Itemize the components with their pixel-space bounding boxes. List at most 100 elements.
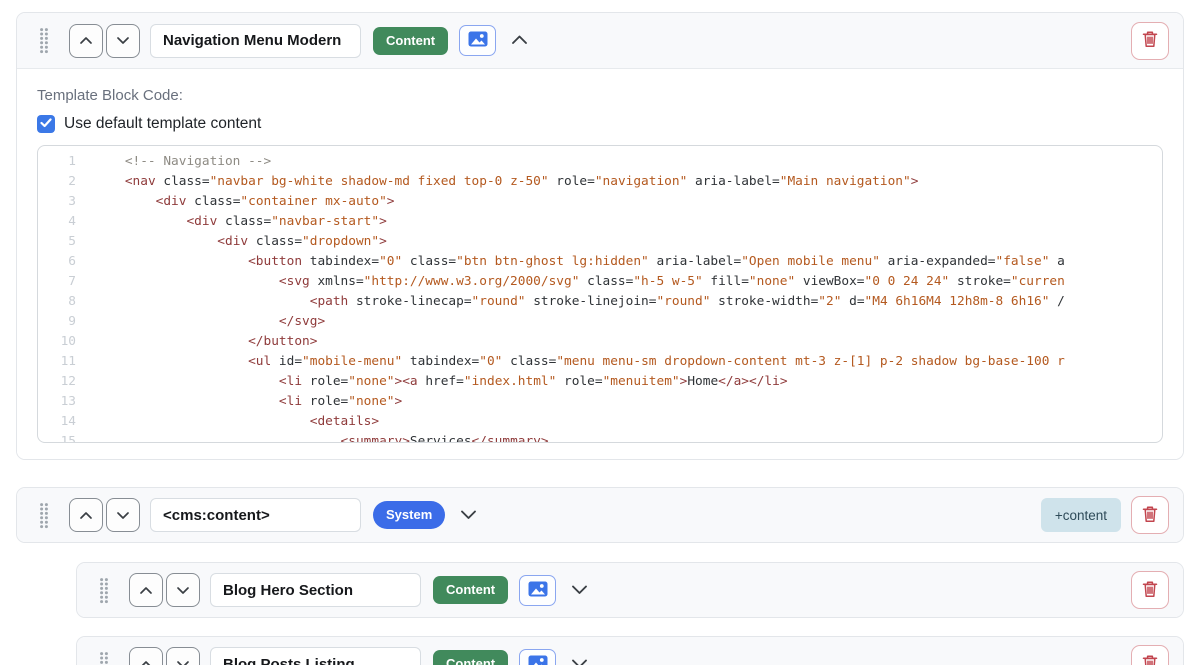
trash-icon [1142, 580, 1158, 601]
code-line: 13 <li role="none"> [38, 392, 1162, 412]
move-up-button[interactable] [69, 24, 103, 58]
code-line: 15 <summary>Services</summary> [38, 432, 1162, 443]
code-text: </svg> [94, 312, 325, 332]
block-type-badge: Content [373, 27, 448, 55]
delete-button[interactable] [1131, 22, 1169, 60]
code-text: <li role="none"> [94, 392, 402, 412]
chevron-down-icon [571, 583, 588, 598]
delete-button[interactable] [1131, 571, 1169, 609]
move-up-button[interactable] [69, 498, 103, 532]
expand-button[interactable] [456, 504, 481, 527]
delete-button[interactable] [1131, 496, 1169, 534]
add-content-button[interactable]: +content [1041, 498, 1121, 532]
move-up-button[interactable] [129, 647, 163, 665]
image-icon [528, 655, 548, 665]
trash-icon [1142, 654, 1158, 665]
chevron-up-icon [511, 33, 528, 48]
line-number: 2 [38, 172, 94, 192]
line-number: 4 [38, 212, 94, 232]
code-line: 4 <div class="navbar-start"> [38, 212, 1162, 232]
chevron-up-icon [139, 583, 153, 598]
line-number: 12 [38, 372, 94, 392]
line-number: 13 [38, 392, 94, 412]
drag-handle-icon[interactable] [39, 502, 49, 529]
block-name-input[interactable] [210, 647, 421, 665]
line-number: 11 [38, 352, 94, 372]
chevron-down-icon [571, 657, 588, 665]
block-header: Content [77, 563, 1183, 617]
drag-handle-icon[interactable] [99, 577, 109, 604]
code-line: 2 <nav class="navbar bg-white shadow-md … [38, 172, 1162, 192]
block-name-input[interactable] [150, 24, 361, 58]
code-text: <nav class="navbar bg-white shadow-md fi… [94, 172, 918, 192]
line-number: 7 [38, 272, 94, 292]
line-number: 8 [38, 292, 94, 312]
code-text: <li role="none"><a href="index.html" rol… [94, 372, 788, 392]
code-line: 1 <!-- Navigation --> [38, 152, 1162, 172]
chevron-up-icon [139, 657, 153, 665]
template-code-label: Template Block Code: [37, 85, 1163, 107]
collapse-button[interactable] [507, 29, 532, 52]
block-type-badge: Content [433, 650, 508, 665]
media-button[interactable] [519, 575, 556, 606]
code-text: <div class="container mx-auto"> [94, 192, 395, 212]
checkmark-icon [40, 115, 52, 133]
code-text: <svg xmlns="http://www.w3.org/2000/svg" … [94, 272, 1065, 292]
line-number: 5 [38, 232, 94, 252]
code-line: 11 <ul id="mobile-menu" tabindex="0" cla… [38, 352, 1162, 372]
code-text: <button tabindex="0" class="btn btn-ghos… [94, 252, 1065, 272]
code-text: <div class="dropdown"> [94, 232, 387, 252]
code-line: 8 <path stroke-linecap="round" stroke-li… [38, 292, 1162, 312]
block-blog-hero-section: Content [76, 562, 1184, 618]
block-name-input[interactable] [210, 573, 421, 607]
move-up-button[interactable] [129, 573, 163, 607]
line-number: 14 [38, 412, 94, 432]
drag-handle-icon[interactable] [39, 27, 49, 54]
block-blog-posts-listing: Content [76, 636, 1184, 665]
drag-handle-icon[interactable] [99, 651, 109, 665]
use-default-template-row: Use default template content [37, 115, 1163, 133]
block-type-badge: Content [433, 576, 508, 604]
chevron-down-icon [176, 657, 190, 665]
move-down-button[interactable] [166, 573, 200, 607]
line-number: 6 [38, 252, 94, 272]
chevron-down-icon [116, 33, 130, 48]
code-line: 5 <div class="dropdown"> [38, 232, 1162, 252]
media-button[interactable] [519, 649, 556, 665]
chevron-down-icon [460, 508, 477, 523]
code-text: <!-- Navigation --> [94, 152, 271, 172]
line-number: 3 [38, 192, 94, 212]
use-default-checkbox[interactable] [37, 115, 55, 133]
checkbox-label: Use default template content [64, 115, 261, 133]
chevron-down-icon [176, 583, 190, 598]
block-navigation-menu-modern: Content Template Block Code: Use default… [16, 12, 1184, 460]
expand-button[interactable] [567, 579, 592, 602]
block-cms-content: System +content [16, 487, 1184, 543]
line-number: 1 [38, 152, 94, 172]
chevron-up-icon [79, 33, 93, 48]
move-down-button[interactable] [166, 647, 200, 665]
move-down-button[interactable] [106, 498, 140, 532]
code-editor[interactable]: 1 <!-- Navigation -->2 <nav class="navba… [37, 145, 1163, 443]
image-icon [468, 31, 488, 50]
chevron-up-icon [79, 508, 93, 523]
code-line: 9 </svg> [38, 312, 1162, 332]
block-header: System +content [17, 488, 1183, 542]
delete-button[interactable] [1131, 645, 1169, 665]
code-line: 3 <div class="container mx-auto"> [38, 192, 1162, 212]
code-line: 14 <details> [38, 412, 1162, 432]
line-number: 10 [38, 332, 94, 352]
line-number: 9 [38, 312, 94, 332]
trash-icon [1142, 505, 1158, 526]
block-name-input[interactable] [150, 498, 361, 532]
chevron-down-icon [116, 508, 130, 523]
expand-button[interactable] [567, 653, 592, 665]
code-line: 10 </button> [38, 332, 1162, 352]
media-button[interactable] [459, 25, 496, 56]
code-text: <details> [94, 412, 379, 432]
block-body: Template Block Code: Use default templat… [17, 69, 1183, 459]
code-text: <ul id="mobile-menu" tabindex="0" class=… [94, 352, 1065, 372]
move-down-button[interactable] [106, 24, 140, 58]
block-type-badge: System [373, 501, 445, 529]
code-text: <div class="navbar-start"> [94, 212, 387, 232]
